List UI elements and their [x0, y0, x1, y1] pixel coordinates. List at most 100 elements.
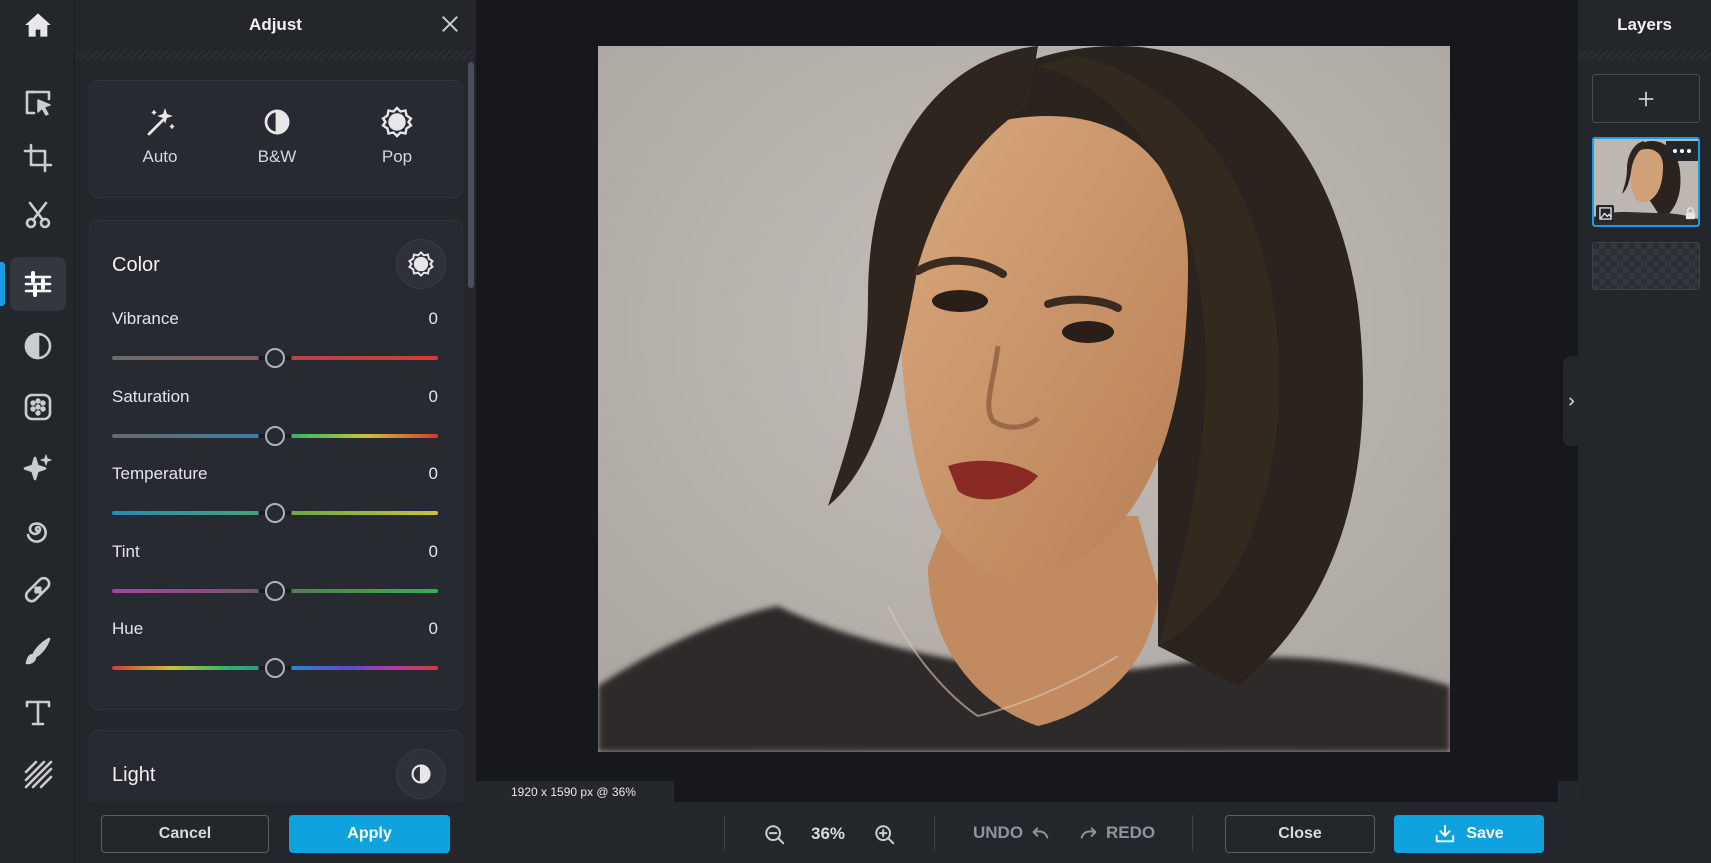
apply-button[interactable]: Apply [289, 815, 450, 853]
brush-icon [25, 637, 51, 665]
undo-icon [1032, 827, 1049, 839]
tint-value: 0 [428, 542, 438, 561]
undo-label: UNDO [973, 823, 1024, 842]
healing-tool[interactable] [10, 563, 66, 617]
filter-tool[interactable] [10, 319, 66, 373]
save-button[interactable]: Save [1394, 815, 1544, 853]
saturation-value: 0 [428, 387, 438, 406]
status-bar-end [1558, 781, 1578, 802]
color-title: Color [112, 254, 160, 276]
light-auto-button[interactable] [396, 749, 446, 799]
adjust-icon [24, 271, 52, 297]
layer-item-empty[interactable] [1592, 242, 1700, 290]
close-panel-button[interactable] [438, 12, 462, 36]
redo-button[interactable]: REDO [1078, 822, 1155, 844]
home-icon [24, 13, 51, 37]
text-tool[interactable] [10, 686, 66, 740]
contrast-icon [264, 109, 290, 135]
layers-header-divider [1578, 50, 1711, 60]
download-icon [1436, 824, 1455, 843]
healing-icon [24, 576, 51, 603]
zoom-in-icon [875, 825, 895, 845]
contrast-icon [411, 764, 431, 784]
crop-icon [23, 143, 53, 173]
canvas-area[interactable]: 1920 x 1590 px @ 36% [476, 0, 1578, 802]
redo-icon [1080, 827, 1097, 839]
panel-header: Adjust [75, 0, 476, 50]
vibrance-label: Vibrance [112, 309, 179, 328]
select-tool[interactable] [10, 75, 66, 129]
portrait-image [598, 46, 1450, 752]
redo-label: REDO [1106, 823, 1156, 842]
zoom-level[interactable]: 36% [811, 824, 845, 844]
tint-label: Tint [112, 542, 140, 561]
layer-lock-badge[interactable] [1682, 205, 1698, 222]
saturation-label: Saturation [112, 387, 190, 406]
magic-icon [23, 454, 52, 481]
toolbar-divider [1192, 815, 1193, 851]
magic-tool[interactable] [10, 441, 66, 495]
save-label: Save [1466, 825, 1504, 842]
pop-label: Pop [381, 147, 413, 166]
bw-label: B&W [257, 147, 297, 166]
texture-icon [24, 760, 53, 789]
cancel-button[interactable]: Cancel [101, 815, 269, 853]
pop-button[interactable]: Pop [347, 105, 447, 167]
crop-tool[interactable] [10, 131, 66, 185]
close-button[interactable]: Close [1225, 815, 1375, 853]
photo-canvas[interactable] [598, 46, 1450, 752]
temperature-slider-handle[interactable] [265, 503, 285, 523]
text-icon [25, 700, 51, 726]
hue-value: 0 [428, 619, 438, 638]
zoom-in-button[interactable] [872, 822, 898, 848]
more-options-icon [1673, 149, 1691, 153]
sun-icon [381, 106, 413, 138]
swirl-icon [26, 522, 47, 543]
image-icon [1598, 207, 1612, 220]
brush-tool[interactable] [10, 624, 66, 678]
temperature-value: 0 [428, 464, 438, 483]
saturation-slider-handle[interactable] [265, 426, 285, 446]
magic-wand-icon [147, 108, 175, 136]
vibrance-slider-handle[interactable] [265, 348, 285, 368]
header-divider [75, 50, 476, 60]
image-size-status: 1920 x 1590 px @ 36% [476, 781, 674, 802]
effects-tool[interactable] [10, 380, 66, 434]
plus-icon [1638, 91, 1654, 106]
close-icon [442, 16, 458, 32]
light-title: Light [112, 764, 156, 786]
home-button[interactable] [0, 0, 75, 50]
select-icon [25, 90, 51, 116]
active-tool-indicator [0, 262, 5, 306]
layers-title: Layers [1617, 15, 1672, 34]
chevron-right-icon [1568, 396, 1575, 406]
layer-options-button[interactable] [1666, 141, 1698, 161]
layers-panel: Layers [1578, 0, 1711, 863]
color-section: Color Vibrance 0 Saturation 0 Temperatur… [89, 220, 463, 710]
toolbar-divider [724, 815, 725, 851]
tool-rail [0, 0, 75, 863]
layer-type-badge [1596, 205, 1614, 222]
texture-tool[interactable] [10, 747, 66, 801]
adjust-tool[interactable] [10, 257, 66, 311]
hue-slider-handle[interactable] [265, 658, 285, 678]
cutout-tool[interactable] [10, 188, 66, 242]
zoom-out-button[interactable] [762, 822, 788, 848]
panel-scrollbar[interactable] [468, 62, 474, 288]
temperature-label: Temperature [112, 464, 208, 483]
tint-slider-handle[interactable] [265, 581, 285, 601]
toolbar-divider [934, 815, 935, 851]
swirl-tool[interactable] [10, 502, 66, 556]
undo-button[interactable]: UNDO [973, 822, 1051, 844]
panel-title: Adjust [249, 15, 302, 34]
add-layer-button[interactable] [1592, 74, 1700, 123]
collapse-layers-button[interactable] [1563, 356, 1579, 446]
sun-icon [408, 251, 434, 277]
hue-label: Hue [112, 619, 144, 638]
auto-button[interactable]: Auto [110, 105, 210, 167]
cutout-icon [25, 201, 51, 229]
panel-footer: Cancel Apply [75, 802, 476, 863]
color-auto-button[interactable] [396, 239, 446, 289]
auto-label: Auto [142, 147, 178, 166]
bw-button[interactable]: B&W [227, 105, 327, 167]
